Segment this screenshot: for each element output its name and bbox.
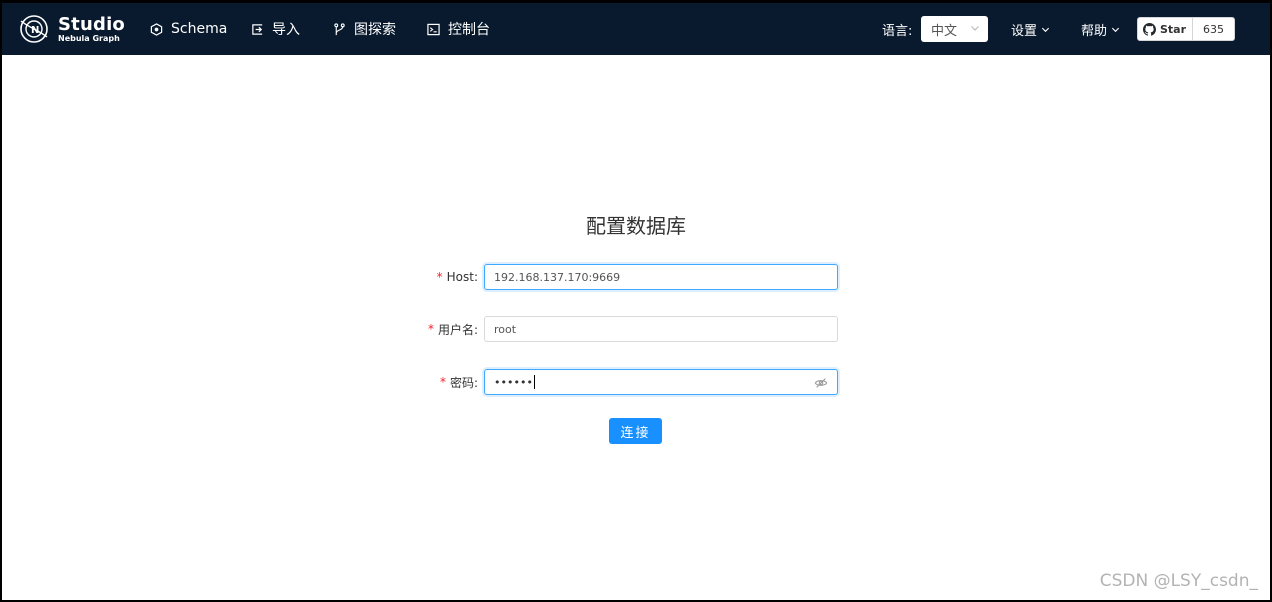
chevron-down-icon	[1111, 27, 1120, 32]
nav-item-console[interactable]: 控制台	[426, 3, 490, 55]
logo-subtitle: Nebula Graph	[58, 33, 120, 43]
username-input[interactable]: root	[484, 316, 838, 342]
username-row: * 用户名: root	[0, 315, 1272, 343]
studio-logo[interactable]: N Studio Nebula Graph	[18, 13, 125, 45]
github-star-label: Star	[1160, 22, 1187, 36]
nav-item-label: 导入	[272, 22, 300, 38]
required-mark: *	[439, 375, 446, 389]
host-row: * Host: 192.168.137.170:9669	[0, 263, 1272, 291]
required-mark: *	[427, 322, 434, 336]
host-label: * Host:	[437, 263, 478, 291]
nebula-logo-icon: N	[20, 15, 48, 43]
password-label-text: 密码:	[449, 375, 478, 390]
nav-item-schema[interactable]: Schema	[149, 3, 227, 55]
window-frame	[0, 0, 1272, 602]
hexagon-icon	[149, 22, 163, 36]
required-mark: *	[436, 270, 443, 284]
nav-item-label: Schema	[171, 21, 228, 37]
github-star-button[interactable]: Star	[1137, 17, 1194, 41]
host-input[interactable]: 192.168.137.170:9669	[484, 264, 838, 290]
nav-item-label: 控制台	[448, 22, 490, 38]
username-label-text: 用户名:	[437, 322, 478, 337]
settings-label: 设置	[1011, 23, 1038, 39]
branch-icon	[332, 22, 346, 36]
help-dropdown[interactable]: 帮助	[1081, 3, 1120, 55]
form-title: 配置数据库	[586, 214, 686, 238]
settings-dropdown[interactable]: 设置	[1011, 3, 1050, 55]
import-icon	[250, 22, 264, 36]
username-value: root	[494, 322, 517, 336]
chevron-down-icon	[971, 26, 979, 31]
help-label: 帮助	[1081, 23, 1108, 39]
connect-button[interactable]: 连接	[609, 418, 662, 444]
nav-item-explore[interactable]: 图探索	[332, 3, 396, 55]
password-row: * 密码: ••••••	[0, 368, 1272, 396]
text-caret	[533, 375, 535, 389]
github-star-count[interactable]: 635	[1193, 17, 1236, 41]
svg-text:N: N	[31, 25, 39, 36]
top-nav: N Studio Nebula Graph Schema 导入 图探索 控制台 …	[2, 3, 1270, 55]
language-value: 中文	[931, 23, 958, 39]
password-label: * 密码:	[440, 368, 478, 396]
language-select[interactable]: 中文	[921, 16, 988, 42]
password-mask: ••••••	[494, 375, 533, 389]
chevron-down-icon	[1041, 27, 1050, 32]
nav-item-import[interactable]: 导入	[250, 3, 300, 55]
username-label: * 用户名:	[428, 315, 478, 343]
nav-item-label: 图探索	[354, 22, 396, 38]
password-input[interactable]: ••••••	[484, 369, 838, 395]
host-value: 192.168.137.170:9669	[494, 270, 621, 284]
terminal-icon	[426, 22, 440, 36]
host-label-text: Host:	[446, 270, 478, 284]
eye-invisible-icon[interactable]	[814, 376, 828, 390]
watermark: CSDN @LSY_csdn_	[1099, 571, 1258, 591]
language-label: 语言:	[882, 23, 913, 39]
github-star-widget: Star 635	[1137, 17, 1236, 41]
github-icon	[1143, 22, 1156, 36]
logo-title: Studio	[58, 13, 126, 35]
